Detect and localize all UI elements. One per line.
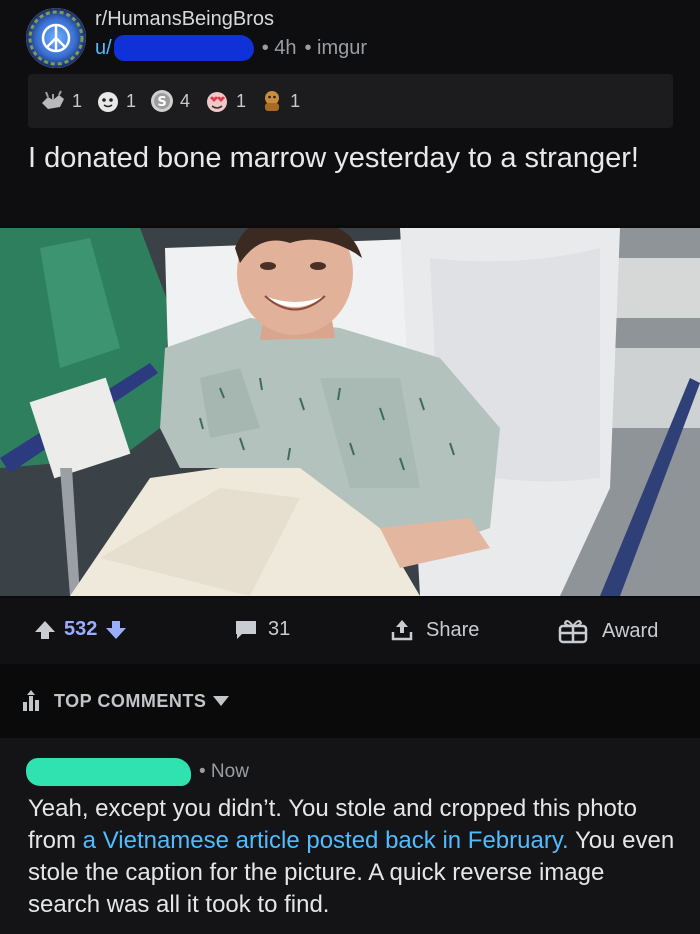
silver-award-icon: S: [151, 90, 174, 112]
post-image[interactable]: [0, 228, 700, 596]
subreddit-name[interactable]: r/HumansBeingBros: [95, 8, 274, 31]
post-header: r/HumansBeingBros u/ • 4h • imgur 1 1 S …: [0, 0, 700, 225]
awards-bar[interactable]: 1 1 S 4 1 1: [28, 74, 673, 128]
comment-sort-control[interactable]: TOP COMMENTS: [22, 690, 230, 712]
share-button[interactable]: Share: [390, 618, 479, 642]
vote-control: 532: [34, 618, 127, 641]
comments-button[interactable]: 31: [234, 618, 290, 641]
award-button[interactable]: Award: [558, 618, 658, 644]
comment-bubble-icon: [236, 620, 256, 639]
award-count: 1: [236, 90, 247, 111]
comment-time: • Now: [199, 761, 249, 782]
award-count: 1: [126, 90, 137, 111]
hug-award-icon: [265, 91, 280, 111]
hospital-photo: [0, 228, 700, 596]
heart-eyes-award-icon: [207, 92, 228, 112]
comments-header: TOP COMMENTS: [0, 664, 700, 738]
peace-sign-icon: [28, 10, 84, 66]
upvote-arrow-icon[interactable]: [34, 619, 56, 641]
username-prefix[interactable]: u/: [95, 37, 112, 60]
comment: • Now Yeah, except you didn’t. You stole…: [0, 738, 700, 934]
award-label: Award: [602, 619, 659, 642]
article-link[interactable]: a Vietnamese article posted back in Febr…: [83, 827, 569, 854]
sort-top-icon: [23, 690, 39, 711]
comment-meta: • Now: [26, 758, 249, 786]
chevron-down-icon: [213, 696, 230, 706]
post-title[interactable]: I donated bone marrow yesterday to a str…: [28, 140, 678, 176]
award-item: 1: [96, 89, 136, 113]
commenter-redaction: [26, 758, 191, 786]
gift-icon: [558, 620, 588, 644]
award-count: 4: [180, 90, 191, 111]
hugz-award-icon: [98, 92, 119, 112]
share-label: Share: [426, 618, 480, 641]
share-icon: [391, 620, 413, 641]
subreddit-avatar[interactable]: [26, 8, 86, 68]
wholesome-award-icon: [42, 90, 64, 109]
award-item: 1: [260, 89, 300, 113]
comment-body: Yeah, except you didn’t. You stole and c…: [28, 793, 678, 921]
award-item: 1: [204, 89, 246, 113]
award-count: 1: [72, 90, 83, 111]
post-meta-row: u/ • 4h • imgur: [95, 35, 367, 61]
award-count: 1: [290, 90, 301, 111]
post-source[interactable]: • imgur: [305, 37, 368, 60]
vote-count: 532: [64, 618, 98, 640]
comment-count: 31: [268, 618, 291, 640]
award-item: S 4: [150, 89, 190, 113]
username-redaction: [113, 35, 254, 61]
svg-text:S: S: [157, 95, 166, 110]
downvote-arrow-icon[interactable]: [105, 619, 127, 641]
post-age: • 4h: [261, 36, 297, 59]
award-item: 1: [40, 89, 82, 113]
post-action-bar: 532 31 Share Award: [0, 598, 700, 664]
comment-sort-label: TOP COMMENTS: [54, 690, 207, 711]
